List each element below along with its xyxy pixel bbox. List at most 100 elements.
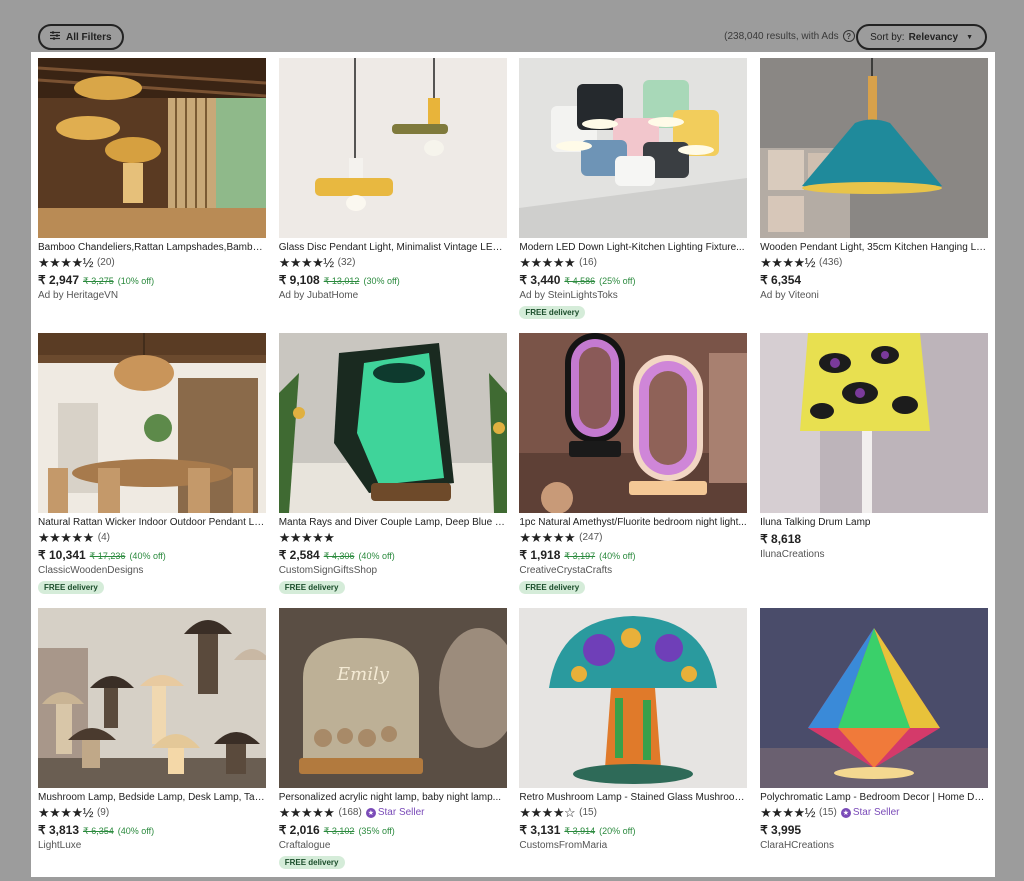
listing-card[interactable]: Modern LED Down Light-Kitchen Lighting F… xyxy=(519,58,748,333)
price: ₹ 8,618 xyxy=(760,532,802,546)
listing-card[interactable]: Manta Rays and Diver Couple Lamp, Deep B… xyxy=(278,333,507,608)
review-count: (4) xyxy=(97,532,111,543)
shop-name: Ad by SteinLightsToks xyxy=(519,290,618,301)
original-price: ₹ 4,586 xyxy=(564,276,596,286)
listing-image[interactable]: Emily xyxy=(278,608,507,788)
filter-icon xyxy=(50,31,60,43)
price-row: ₹ 1,918 ₹ 3,197 (40% off) xyxy=(519,548,747,562)
free-delivery-badge: FREE delivery xyxy=(519,306,586,319)
listing-title[interactable]: Iluna Talking Drum Lamp xyxy=(760,517,988,528)
rating: ★★★★★ (4) xyxy=(38,531,266,544)
discount: (30% off) xyxy=(363,276,400,286)
listing-image[interactable] xyxy=(519,58,748,238)
shop-name: CustomSignGiftsShop xyxy=(278,565,378,576)
sort-value: Relevancy xyxy=(908,31,959,43)
listing-image[interactable] xyxy=(760,608,989,788)
toolbar: All Filters (238,040 results, with Ads ?… xyxy=(0,0,1024,56)
rating-stars: ★★★★★ xyxy=(519,255,576,270)
shop-name: Ad by HeritageVN xyxy=(38,290,119,301)
listing-title[interactable]: Modern LED Down Light-Kitchen Lighting F… xyxy=(519,242,747,253)
listing-title[interactable]: Bamboo Chandeliers,Rattan Lampshades,Bam… xyxy=(38,242,266,253)
price-row: ₹ 9,108 ₹ 13,012 (30% off) xyxy=(279,273,507,287)
listing-image[interactable] xyxy=(278,333,507,513)
listing-title[interactable]: 1pc Natural Amethyst/Fluorite bedroom ni… xyxy=(519,517,747,528)
price: ₹ 3,131 xyxy=(519,823,561,837)
sort-dropdown[interactable]: Sort by: Relevancy ▼ xyxy=(856,24,987,50)
price-row: ₹ 3,813 ₹ 6,354 (40% off) xyxy=(38,823,266,837)
listing-image[interactable] xyxy=(519,608,748,788)
listing-card[interactable]: Emily Personalized acrylic night lamp, b… xyxy=(278,608,507,881)
star-seller-badge: ★ Star Seller xyxy=(840,807,900,818)
original-price: ₹ 17,236 xyxy=(89,551,126,561)
listing-title[interactable]: Mushroom Lamp, Bedside Lamp, Desk Lamp, … xyxy=(38,792,266,803)
free-delivery-badge: FREE delivery xyxy=(278,856,345,869)
listing-title[interactable]: Glass Disc Pendant Light, Minimalist Vin… xyxy=(279,242,507,253)
rating-stars: ★★★★½ xyxy=(278,255,334,270)
star-seller-icon: ★ xyxy=(365,807,376,818)
discount: (40% off) xyxy=(129,551,166,561)
listing-title[interactable]: Polychromatic Lamp - Bedroom Decor | Hom… xyxy=(760,792,988,803)
listing-title[interactable]: Manta Rays and Diver Couple Lamp, Deep B… xyxy=(279,517,507,528)
original-price: ₹ 6,354 xyxy=(83,826,114,836)
listing-card[interactable]: Mushroom Lamp, Bedside Lamp, Desk Lamp, … xyxy=(38,608,266,881)
listing-image[interactable] xyxy=(278,58,507,238)
price: ₹ 1,918 xyxy=(519,548,561,562)
shop-name: Ad by JubatHome xyxy=(278,290,359,301)
review-count: (20) xyxy=(96,257,115,268)
price-row: ₹ 6,354 xyxy=(760,273,988,287)
listing-grid: Bamboo Chandeliers,Rattan Lampshades,Bam… xyxy=(38,58,989,881)
original-price: ₹ 13,012 xyxy=(323,276,360,286)
results-panel: Bamboo Chandeliers,Rattan Lampshades,Bam… xyxy=(31,52,995,877)
price-row: ₹ 3,440 ₹ 4,586 (25% off) xyxy=(519,273,747,287)
listing-image[interactable] xyxy=(38,333,266,513)
listing-card[interactable]: Bamboo Chandeliers,Rattan Lampshades,Bam… xyxy=(38,58,266,333)
original-price: ₹ 4,306 xyxy=(323,551,355,561)
review-count: (436) xyxy=(819,257,843,268)
price-row: ₹ 3,995 xyxy=(760,823,988,837)
listing-title[interactable]: Retro Mushroom Lamp - Stained Glass Mush… xyxy=(519,792,747,803)
review-count: (9) xyxy=(96,807,110,818)
price: ₹ 3,440 xyxy=(519,273,561,287)
listing-card[interactable]: Glass Disc Pendant Light, Minimalist Vin… xyxy=(278,58,507,333)
original-price: ₹ 3,914 xyxy=(564,826,596,836)
price-row: ₹ 2,016 ₹ 3,102 (35% off) xyxy=(279,823,507,837)
price: ₹ 2,016 xyxy=(278,823,320,837)
listing-title[interactable]: Natural Rattan Wicker Indoor Outdoor Pen… xyxy=(38,517,266,528)
rating: ★★★★★ (168) ★ Star Seller xyxy=(279,806,507,819)
question-icon[interactable]: ? xyxy=(842,30,855,42)
listing-card[interactable]: Retro Mushroom Lamp - Stained Glass Mush… xyxy=(519,608,748,881)
star-seller-badge: ★ Star Seller xyxy=(365,807,425,818)
listing-image[interactable] xyxy=(760,58,989,238)
rating: ★★★★½ (15) ★ Star Seller xyxy=(760,806,988,819)
review-count: (247) xyxy=(579,532,603,543)
price: ₹ 9,108 xyxy=(278,273,320,287)
listing-title[interactable]: Wooden Pendant Light, 35cm Kitchen Hangi… xyxy=(760,242,988,253)
listing-card[interactable]: Polychromatic Lamp - Bedroom Decor | Hom… xyxy=(760,608,989,881)
review-count: (32) xyxy=(337,257,356,268)
all-filters-label: All Filters xyxy=(66,31,112,43)
rating-stars: ★★★★☆ xyxy=(519,805,576,820)
listing-image[interactable] xyxy=(760,333,989,513)
listing-title[interactable]: Personalized acrylic night lamp, baby ni… xyxy=(279,792,507,803)
sort-prefix: Sort by: xyxy=(870,31,905,43)
listing-card[interactable]: 1pc Natural Amethyst/Fluorite bedroom ni… xyxy=(519,333,748,608)
listing-card[interactable]: Natural Rattan Wicker Indoor Outdoor Pen… xyxy=(38,333,266,608)
listing-image[interactable] xyxy=(519,333,748,513)
price-row: ₹ 2,947 ₹ 3,275 (10% off) xyxy=(38,273,266,287)
price-row: ₹ 8,618 xyxy=(760,532,988,546)
discount: (40% off) xyxy=(599,551,636,561)
shop-name: CreativeCrystaCrafts xyxy=(519,565,613,576)
listing-image[interactable] xyxy=(38,58,266,238)
review-count: (15) xyxy=(819,807,837,818)
rating: ★★★★★ xyxy=(279,531,507,544)
price: ₹ 2,947 xyxy=(38,273,79,287)
rating-stars: ★★★★★ xyxy=(278,530,335,545)
price: ₹ 2,584 xyxy=(278,548,320,562)
all-filters-button[interactable]: All Filters xyxy=(38,24,124,50)
results-text: (238,040 results, with Ads xyxy=(724,30,839,42)
listing-image[interactable] xyxy=(38,608,266,788)
listing-card[interactable]: Iluna Talking Drum Lamp ₹ 8,618 IlunaCre… xyxy=(760,333,989,608)
rating: ★★★★☆ (15) xyxy=(519,806,747,819)
listing-card[interactable]: Wooden Pendant Light, 35cm Kitchen Hangi… xyxy=(760,58,989,333)
rating-stars: ★★★★★ xyxy=(38,530,94,545)
